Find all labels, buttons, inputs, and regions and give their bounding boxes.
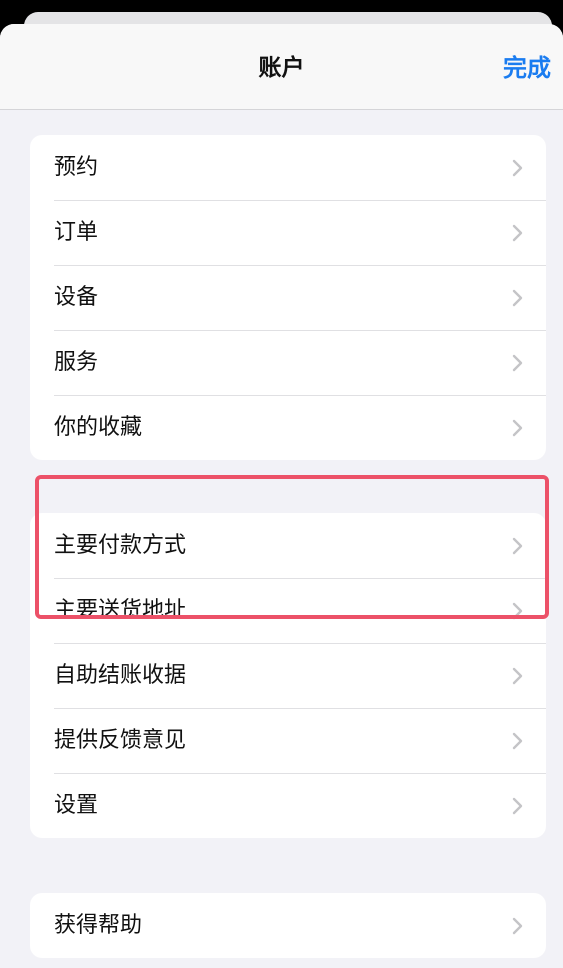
list-item-orders[interactable]: 订单 <box>30 200 546 265</box>
chevron-right-icon <box>512 537 523 555</box>
list-item-label: 你的收藏 <box>54 415 143 440</box>
list-item-feedback[interactable]: 提供反馈意见 <box>30 708 546 773</box>
list-item-label: 提供反馈意见 <box>54 728 187 753</box>
account-group-3: 获得帮助 <box>30 893 546 958</box>
chevron-right-icon <box>512 224 523 242</box>
chevron-right-icon <box>512 419 523 437</box>
list-item-label: 服务 <box>54 350 99 375</box>
list-item-devices[interactable]: 设备 <box>30 265 546 330</box>
list-item-self-checkout-receipts[interactable]: 自助结账收据 <box>30 643 546 708</box>
navigation-bar: 账户 完成 <box>0 24 563 110</box>
list-item-favorites[interactable]: 你的收藏 <box>30 395 546 460</box>
list-item-appointments[interactable]: 预约 <box>30 135 546 200</box>
chevron-right-icon <box>512 732 523 750</box>
list-item-label: 预约 <box>54 155 99 180</box>
account-group-1: 预约 订单 设备 服务 你的收藏 <box>30 135 546 460</box>
chevron-right-icon <box>512 354 523 372</box>
list-item-services[interactable]: 服务 <box>30 330 546 395</box>
chevron-right-icon <box>512 917 523 935</box>
list-item-label: 设备 <box>54 285 99 310</box>
chevron-right-icon <box>512 289 523 307</box>
chevron-right-icon <box>512 159 523 177</box>
page-title: 账户 <box>258 55 305 81</box>
list-item-label: 主要送货地址 <box>54 598 187 623</box>
account-group-2: 主要付款方式 主要送货地址 自助结账收据 提供反馈意见 设置 <box>30 513 546 838</box>
list-item-settings[interactable]: 设置 <box>30 773 546 838</box>
list-item-get-help[interactable]: 获得帮助 <box>30 893 546 958</box>
chevron-right-icon <box>512 602 523 620</box>
list-item-label: 获得帮助 <box>54 913 143 938</box>
chevron-right-icon <box>512 667 523 685</box>
list-item-label: 主要付款方式 <box>54 533 187 558</box>
list-item-label: 自助结账收据 <box>54 663 187 688</box>
done-button[interactable]: 完成 <box>503 51 551 85</box>
list-item-primary-payment[interactable]: 主要付款方式 <box>30 513 546 578</box>
list-item-label: 订单 <box>54 220 99 245</box>
account-sheet: 账户 完成 预约 订单 设备 服务 你的收藏 主要付款方式 主要送货地址 自助结… <box>0 24 563 968</box>
chevron-right-icon <box>512 797 523 815</box>
list-item-primary-shipping[interactable]: 主要送货地址 <box>30 578 546 643</box>
list-item-label: 设置 <box>54 793 99 818</box>
